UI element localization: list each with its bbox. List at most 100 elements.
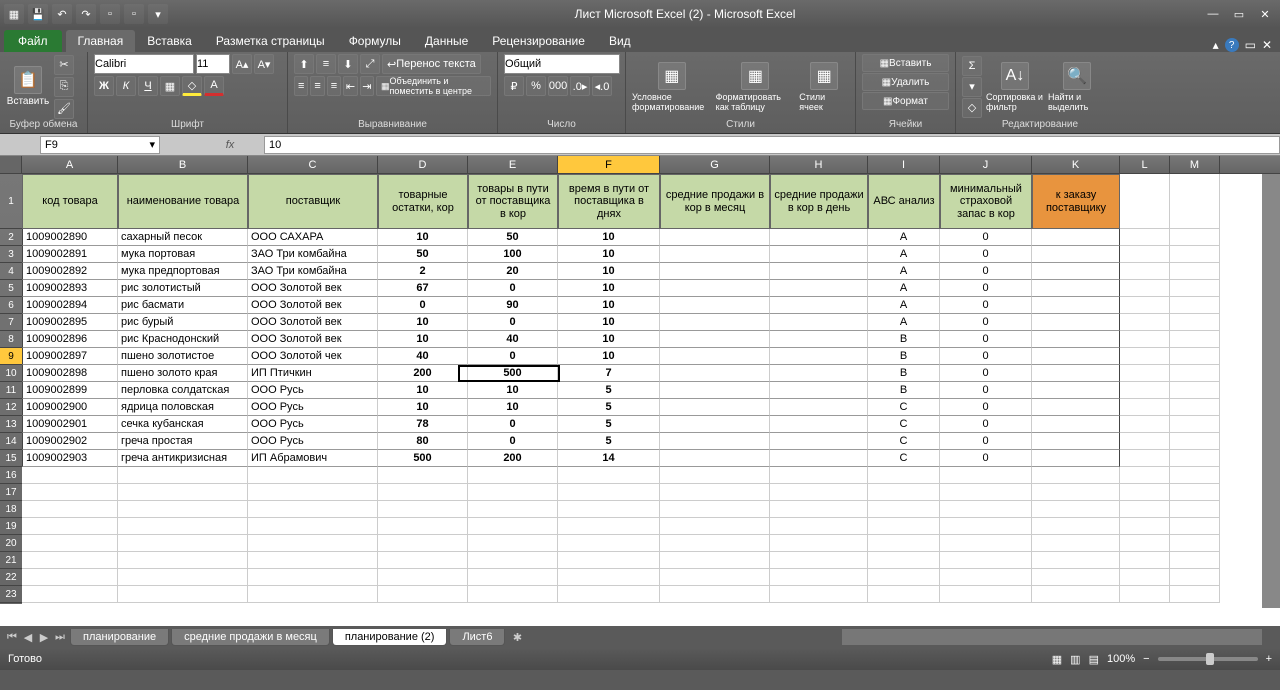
clear-icon[interactable]: ◇ xyxy=(962,98,982,118)
cell[interactable]: 7 xyxy=(558,365,660,382)
cell[interactable] xyxy=(558,535,660,552)
cell[interactable]: 0 xyxy=(940,314,1032,331)
cell[interactable] xyxy=(22,586,118,603)
autosum-icon[interactable]: Σ xyxy=(962,56,982,76)
window-close-icon[interactable]: ✕ xyxy=(1262,38,1272,52)
row-header[interactable]: 17 xyxy=(0,484,22,501)
inc-decimal-icon[interactable]: .0▸ xyxy=(570,76,590,96)
cell[interactable]: 0 xyxy=(940,450,1032,467)
cell[interactable] xyxy=(1032,569,1120,586)
zoom-slider[interactable] xyxy=(1158,657,1258,661)
cell[interactable] xyxy=(1032,365,1120,382)
col-header-D[interactable]: D xyxy=(378,156,468,173)
col-header-I[interactable]: I xyxy=(868,156,940,173)
fill-icon[interactable]: ▾ xyxy=(962,77,982,97)
cell[interactable] xyxy=(248,552,378,569)
cell[interactable]: перловка солдатская xyxy=(118,382,248,399)
cell[interactable]: товары в пути от поставщика в кор xyxy=(468,174,558,229)
cell[interactable]: рис Краснодонский xyxy=(118,331,248,348)
cell[interactable]: ядрица половская xyxy=(118,399,248,416)
row-header[interactable]: 8 xyxy=(0,331,22,348)
cell[interactable] xyxy=(1120,365,1170,382)
cell[interactable] xyxy=(22,501,118,518)
cell[interactable] xyxy=(1120,569,1170,586)
cell[interactable] xyxy=(1170,484,1220,501)
row-header[interactable]: 11 xyxy=(0,382,22,399)
cell[interactable] xyxy=(940,552,1032,569)
cell[interactable]: 500 xyxy=(468,365,558,382)
cell[interactable] xyxy=(660,484,770,501)
cell[interactable] xyxy=(118,518,248,535)
cell[interactable] xyxy=(1170,348,1220,365)
cell[interactable]: A xyxy=(868,263,940,280)
cell[interactable]: B xyxy=(868,365,940,382)
view-tab[interactable]: Вид xyxy=(597,30,643,52)
minimize-ribbon-icon[interactable]: ▴ xyxy=(1213,38,1219,52)
cell[interactable] xyxy=(558,569,660,586)
cell[interactable]: 40 xyxy=(468,331,558,348)
cell[interactable] xyxy=(378,467,468,484)
sheet-tab[interactable]: средние продажи в месяц xyxy=(171,629,330,646)
namebox-dropdown-icon[interactable]: ▾ xyxy=(149,138,155,151)
cell[interactable]: 14 xyxy=(558,450,660,467)
cell[interactable]: 10 xyxy=(558,246,660,263)
cell[interactable]: ООО Золотой век xyxy=(248,331,378,348)
row-header[interactable]: 2 xyxy=(0,229,22,246)
cell[interactable] xyxy=(118,586,248,603)
sheet-nav-first-icon[interactable]: ⏮ xyxy=(4,629,20,645)
cell[interactable] xyxy=(770,433,868,450)
number-format-select[interactable] xyxy=(504,54,620,74)
cell[interactable]: 0 xyxy=(940,297,1032,314)
cell[interactable]: 0 xyxy=(940,416,1032,433)
cell[interactable] xyxy=(1120,297,1170,314)
cell[interactable] xyxy=(868,467,940,484)
cell[interactable] xyxy=(770,569,868,586)
col-header-J[interactable]: J xyxy=(940,156,1032,173)
vertical-scrollbar[interactable] xyxy=(1262,174,1280,608)
cell[interactable] xyxy=(1120,382,1170,399)
cell[interactable]: 0 xyxy=(940,382,1032,399)
cell[interactable] xyxy=(1170,433,1220,450)
cell[interactable]: 90 xyxy=(468,297,558,314)
cell[interactable] xyxy=(940,535,1032,552)
cell[interactable] xyxy=(660,246,770,263)
undo-icon[interactable]: ↶ xyxy=(52,4,72,24)
decrease-font-icon[interactable]: A▾ xyxy=(254,54,274,74)
cell[interactable] xyxy=(1120,229,1170,246)
cell[interactable]: товарные остатки, кор xyxy=(378,174,468,229)
cell[interactable]: ООО САХАРА xyxy=(248,229,378,246)
select-all-corner[interactable] xyxy=(0,156,22,173)
cell[interactable] xyxy=(1170,229,1220,246)
cell[interactable]: ООО Русь xyxy=(248,433,378,450)
cell[interactable] xyxy=(770,382,868,399)
cell[interactable]: C xyxy=(868,416,940,433)
cell[interactable]: 10 xyxy=(558,229,660,246)
cell[interactable] xyxy=(660,433,770,450)
row-header[interactable]: 15 xyxy=(0,450,22,467)
cell[interactable] xyxy=(118,552,248,569)
find-select-button[interactable]: 🔍Найти и выделить xyxy=(1048,62,1106,112)
cell[interactable] xyxy=(1120,314,1170,331)
cell[interactable]: 10 xyxy=(468,382,558,399)
cell[interactable]: время в пути от поставщика в днях xyxy=(558,174,660,229)
minimize-icon[interactable]: — xyxy=(1202,5,1224,23)
cell[interactable] xyxy=(248,484,378,501)
cell[interactable] xyxy=(660,348,770,365)
cell[interactable]: 1009002900 xyxy=(22,399,118,416)
orientation-icon[interactable]: ⤢ xyxy=(360,54,380,74)
cell[interactable]: 0 xyxy=(940,365,1032,382)
cell[interactable]: A xyxy=(868,280,940,297)
cell[interactable] xyxy=(660,297,770,314)
cell[interactable]: ИП Абрамович xyxy=(248,450,378,467)
cell[interactable]: ООО Русь xyxy=(248,399,378,416)
cell[interactable]: минимальный страховой запас в кор xyxy=(940,174,1032,229)
help-icon[interactable]: ? xyxy=(1225,38,1239,52)
cell[interactable] xyxy=(558,467,660,484)
format-cells-button[interactable]: ▦ Формат xyxy=(862,92,949,110)
cell[interactable] xyxy=(1032,552,1120,569)
cell[interactable]: 10 xyxy=(558,348,660,365)
cell[interactable]: 80 xyxy=(378,433,468,450)
cell[interactable] xyxy=(770,501,868,518)
cell[interactable] xyxy=(468,484,558,501)
cell[interactable]: 10 xyxy=(378,314,468,331)
